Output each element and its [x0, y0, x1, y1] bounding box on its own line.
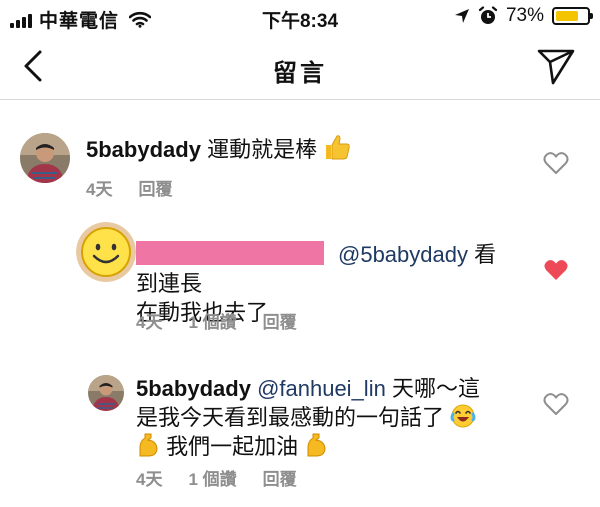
avatar[interactable] — [88, 375, 124, 411]
comment-meta: 4天 回覆 — [86, 175, 172, 200]
liked-heart-icon[interactable] — [543, 258, 569, 282]
reply-meta: 4天 1 個讚 回覆 — [136, 465, 297, 490]
likes-count[interactable]: 1 個讚 — [188, 308, 236, 333]
comment-username[interactable]: 5babydady — [136, 376, 251, 401]
alarm-clock-icon — [478, 6, 498, 24]
reply-time: 4天 — [136, 470, 163, 489]
comment-username[interactable]: 5babydady — [86, 137, 201, 162]
reply-body-line2: 是我今天看到最感動的一句話了 — [136, 405, 445, 430]
battery-icon — [552, 7, 593, 25]
comment-time: 4天 — [86, 180, 113, 199]
reply-body-line1: 天哪～這 — [391, 376, 480, 401]
page-title: 留言 — [273, 60, 327, 87]
mention-link[interactable]: @5babydady — [338, 242, 468, 267]
thumbs-up-icon — [326, 135, 350, 160]
reply-button[interactable]: 回覆 — [138, 175, 172, 200]
flexed-biceps-icon — [139, 433, 158, 457]
reply-button[interactable]: 回覆 — [263, 465, 297, 490]
back-chevron-icon[interactable] — [16, 48, 52, 84]
redacted-username — [136, 241, 324, 265]
reply-time: 4天 — [136, 313, 163, 332]
avatar[interactable] — [76, 222, 136, 282]
status-bar: 中華電信 下午8:34 73% — [0, 0, 600, 34]
laughing-crying-icon — [450, 404, 476, 428]
like-heart-icon[interactable] — [543, 151, 569, 175]
mention-link[interactable]: @fanhuei_lin — [257, 376, 386, 401]
send-direct-icon[interactable] — [536, 46, 576, 86]
comments-screen: 中華電信 下午8:34 73% 留言 5babydady 運動就是棒 4天 回覆… — [0, 0, 600, 507]
like-heart-icon[interactable] — [543, 392, 569, 416]
flexed-biceps-icon — [307, 433, 326, 457]
reply-button[interactable]: 回覆 — [263, 308, 297, 333]
likes-count[interactable]: 1 個讚 — [188, 465, 236, 490]
reply-meta: 4天 1 個讚 回覆 — [136, 308, 297, 333]
location-arrow-icon — [454, 9, 469, 23]
comment-body: 運動就是棒 — [207, 137, 318, 162]
avatar[interactable] — [20, 133, 70, 183]
reply-body-line3: 我們一起加油 — [166, 434, 299, 459]
reply-text: 5babydady @fanhuei_lin 天哪～這 是我今天看到最感動的一句… — [136, 374, 526, 461]
comment-text: 5babydady 運動就是棒 — [86, 133, 351, 164]
nav-bar: 留言 — [0, 34, 600, 100]
battery-percentage: 73% — [505, 5, 544, 26]
